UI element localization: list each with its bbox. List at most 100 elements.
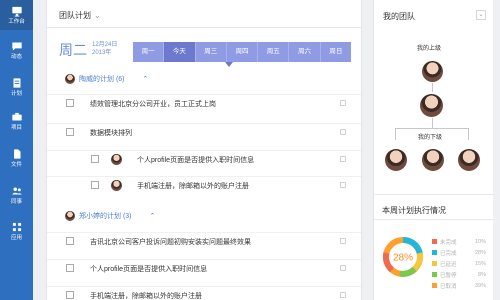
legend-row: 未完成 10% <box>432 236 486 247</box>
legend-label: 未完成 <box>440 239 457 246</box>
briefcase-icon <box>11 112 22 121</box>
superior-avatar[interactable] <box>422 61 443 82</box>
legend-label: 已暂停 <box>440 272 457 279</box>
task-checkbox[interactable] <box>91 181 99 189</box>
right-panel: 我的团队 ⌄ 我的上级 我的下级 本周计划执行情况 28% 未完成 10% 已完成… <box>373 0 494 300</box>
legend-value: 39% <box>474 282 486 289</box>
task-row[interactable]: 吉讯北京公司客户投诉问题初购安装实问题最终效果 <box>47 232 361 250</box>
donut-segment <box>402 237 423 254</box>
task-title: 吉讯北京公司客户投诉问题初购安装实问题最终效果 <box>90 239 251 246</box>
connector-line <box>432 83 433 93</box>
legend-row: 已完成 28% <box>432 247 486 258</box>
chevron-up-icon[interactable]: ⌃ <box>150 212 156 220</box>
sidebar-item-colleagues[interactable]: 同事 <box>0 180 33 210</box>
task-action-icon[interactable] <box>340 100 346 106</box>
task-title: 个人profile页面是否提供入职时间信息 <box>137 157 255 164</box>
chat-icon <box>11 42 22 51</box>
chevron-up-icon[interactable]: ⌃ <box>143 75 149 83</box>
task-row[interactable]: 手机端注册，除邮箱以外的账户注册 <box>47 176 361 194</box>
weekly-stats-title: 本周计划执行情况 <box>382 206 446 215</box>
task-checkbox[interactable] <box>66 237 74 245</box>
legend-value: 8% <box>478 271 486 278</box>
subordinate-avatar[interactable] <box>458 149 480 171</box>
sidebar-item-label: 计划 <box>10 91 22 97</box>
task-row[interactable]: 手机端注册，除邮箱以外的账户注册 <box>47 286 361 300</box>
day-tab-monday[interactable]: 周一 <box>133 42 165 62</box>
superior-label: 我的上级 <box>417 46 442 52</box>
subordinate-avatar[interactable] <box>385 149 407 171</box>
legend-label: 已取消 <box>440 283 457 290</box>
sidebar-item-label: 动态 <box>10 54 22 60</box>
legend-row: 已取消 39% <box>432 280 486 291</box>
day-tab-today[interactable]: 今天 <box>164 42 196 62</box>
sidebar-item-feed[interactable]: 动态 <box>0 35 33 65</box>
apps-icon <box>12 222 21 232</box>
legend-label: 已延迟 <box>440 261 457 268</box>
day-tabs: 周一 今天 周三 周四 周五 周六 周日 <box>133 42 351 62</box>
task-action-icon[interactable] <box>340 182 346 188</box>
task-action-icon[interactable] <box>340 265 346 271</box>
subordinate-avatar[interactable] <box>422 149 444 171</box>
team-title: 我的团队 <box>383 12 415 21</box>
task-action-icon[interactable] <box>340 238 346 244</box>
sidebar-item-label: 工作台 <box>8 19 25 25</box>
donut-segment <box>412 252 424 272</box>
sidebar-item-label: 同事 <box>10 199 22 205</box>
task-row[interactable]: 数据模块排列 <box>47 123 361 141</box>
sidebar-item-label: 项目 <box>10 125 22 131</box>
connector-line <box>468 128 469 140</box>
sidebar-item-workbench[interactable]: 工作台 <box>0 0 33 30</box>
task-row[interactable]: 个人profile页面是否提供入职时间信息 <box>47 259 361 277</box>
day-tab-friday[interactable]: 周五 <box>258 42 290 62</box>
stats-legend: 未完成 10% 已完成 28% 已延迟 15% 已暂停 8% 已取消 39% <box>432 236 486 291</box>
task-action-icon[interactable] <box>340 292 346 298</box>
plan-group-header[interactable]: 陶威的计划 (6) ⌃ <box>65 70 148 88</box>
connector-line <box>395 128 396 140</box>
day-tab-wednesday[interactable]: 周三 <box>196 42 227 62</box>
chevron-down-icon[interactable]: ⌄ <box>94 11 101 20</box>
subordinate-label: 我的下级 <box>418 135 443 141</box>
legend-swatch <box>432 272 437 277</box>
connector-line <box>432 118 433 128</box>
current-date: 12月24日 2013年 <box>92 42 117 57</box>
current-weekday: 周二 <box>59 42 87 58</box>
legend-value: 28% <box>474 249 486 256</box>
legend-swatch <box>432 239 437 244</box>
day-tab-thursday[interactable]: 周四 <box>227 42 259 62</box>
donut-segment <box>399 266 417 277</box>
task-checkbox[interactable] <box>66 264 74 272</box>
day-tab-sunday[interactable]: 周日 <box>321 42 351 62</box>
plan-icon <box>13 78 20 88</box>
task-row[interactable]: 个人profile页面是否提供入职时间信息 <box>47 150 361 168</box>
chevron-down-icon[interactable]: ⌄ <box>476 10 486 20</box>
legend-swatch <box>432 283 437 288</box>
task-title: 数据模块排列 <box>90 130 132 137</box>
task-row[interactable]: 绩效管理北京分公司开业，员工正式上岗 <box>47 94 361 112</box>
active-day-pointer <box>225 62 233 67</box>
plan-group-header[interactable]: 郑小婷的计划 (3) ⌃ <box>65 207 155 225</box>
percent-label: 28% <box>393 253 413 264</box>
date-year: 2013年 <box>92 49 112 56</box>
task-checkbox[interactable] <box>66 128 74 136</box>
people-icon <box>11 187 22 195</box>
task-checkbox[interactable] <box>91 155 99 163</box>
team-plan-panel: 团队计划 ⌄ 周二 12月24日 2013年 周一 今天 周三 周四 周五 周六 … <box>46 0 362 300</box>
panel-header: 团队计划 ⌄ <box>47 0 361 28</box>
task-checkbox[interactable] <box>66 99 74 107</box>
task-action-icon[interactable] <box>340 129 346 135</box>
legend-row: 已暂停 8% <box>432 269 486 280</box>
task-title: 绩效管理北京分公司开业，员工正式上岗 <box>90 101 216 108</box>
task-title: 个人profile页面是否提供入职时间信息 <box>90 266 208 273</box>
task-checkbox[interactable] <box>66 291 74 299</box>
sidebar-item-plan[interactable]: 计划 <box>0 72 33 102</box>
sidebar-item-files[interactable]: 文件 <box>0 143 33 173</box>
sidebar-item-apps[interactable]: 应用 <box>0 216 33 246</box>
current-user-avatar[interactable] <box>420 94 443 117</box>
legend-value: 15% <box>474 260 486 267</box>
avatar <box>111 154 122 165</box>
donut-segment <box>382 252 395 273</box>
task-action-icon[interactable] <box>340 156 346 162</box>
panel-title[interactable]: 团队计划 ⌄ <box>59 10 101 21</box>
day-tab-saturday[interactable]: 周六 <box>289 42 321 62</box>
sidebar-item-project[interactable]: 项目 <box>0 106 33 136</box>
